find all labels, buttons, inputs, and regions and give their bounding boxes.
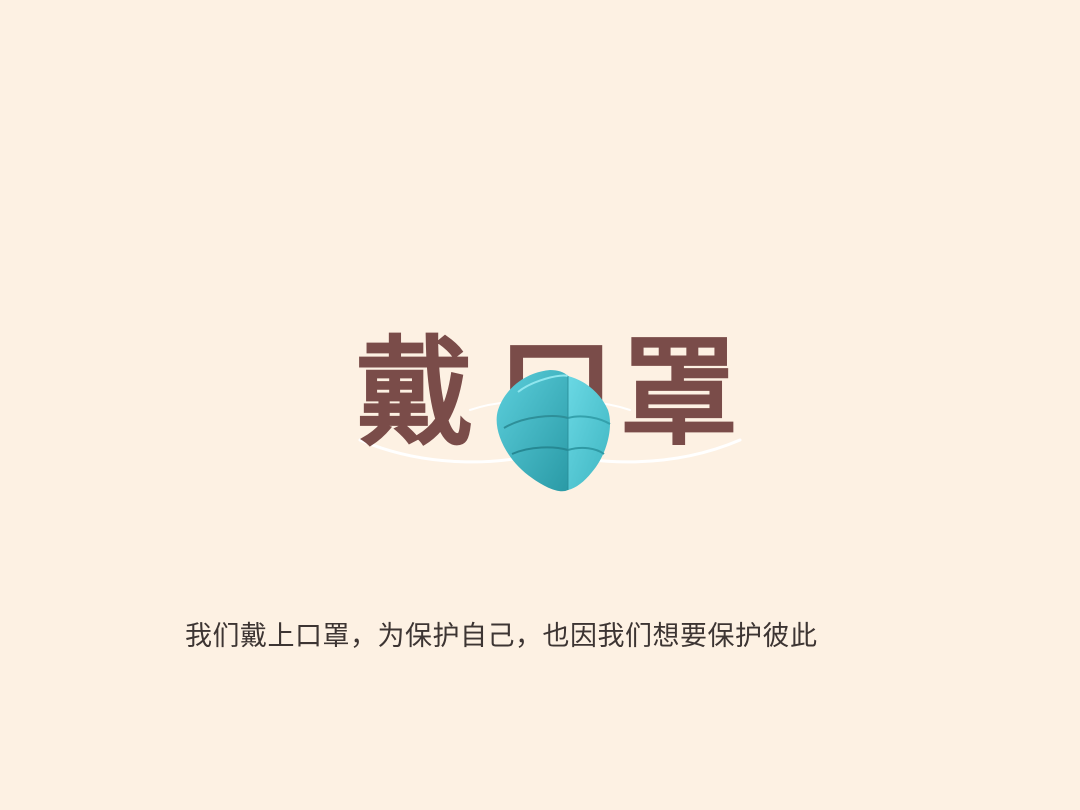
face-mask-icon bbox=[496, 370, 611, 492]
title-char-3: 罩 bbox=[620, 323, 739, 462]
title-char-1: 戴 bbox=[356, 323, 475, 462]
subtitle-text: 我们戴上口罩，为保护自己，也因我们想要保护彼此 bbox=[185, 621, 818, 652]
title-card: 戴 口 罩 我们戴上口罩，为保护自己，也因我们想要保护彼此 bbox=[0, 0, 1080, 810]
